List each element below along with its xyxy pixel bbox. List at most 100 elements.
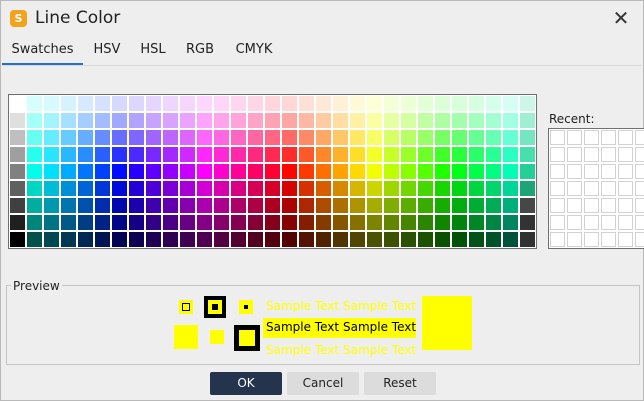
tab-swatches[interactable]: Swatches	[2, 39, 83, 66]
color-swatch[interactable]	[367, 232, 382, 247]
color-swatch[interactable]	[95, 232, 110, 247]
color-swatch[interactable]	[384, 130, 399, 145]
color-swatch[interactable]	[61, 181, 76, 196]
color-swatch[interactable]	[333, 113, 348, 128]
tab-rgb[interactable]: RGB	[180, 39, 220, 63]
color-swatch[interactable]	[435, 215, 450, 230]
color-swatch[interactable]	[78, 164, 93, 179]
color-swatch[interactable]	[112, 164, 127, 179]
color-swatch[interactable]	[44, 181, 59, 196]
recent-swatch-slot[interactable]	[584, 147, 599, 162]
color-swatch[interactable]	[27, 130, 42, 145]
color-swatch[interactable]	[520, 232, 535, 247]
color-swatch[interactable]	[486, 232, 501, 247]
recent-swatch-slot[interactable]	[601, 198, 616, 213]
close-icon[interactable]: ✕	[608, 5, 634, 31]
color-swatch[interactable]	[214, 130, 229, 145]
color-swatch[interactable]	[78, 232, 93, 247]
recent-swatch-slot[interactable]	[601, 232, 616, 247]
recent-swatch-slot[interactable]	[618, 198, 633, 213]
color-swatch[interactable]	[112, 198, 127, 213]
color-swatch[interactable]	[418, 181, 433, 196]
color-swatch[interactable]	[452, 232, 467, 247]
color-swatch[interactable]	[180, 113, 195, 128]
recent-swatch-slot[interactable]	[584, 164, 599, 179]
color-swatch[interactable]	[180, 232, 195, 247]
color-swatch[interactable]	[112, 215, 127, 230]
color-swatch[interactable]	[435, 96, 450, 111]
color-swatch[interactable]	[231, 215, 246, 230]
color-swatch[interactable]	[146, 147, 161, 162]
color-swatch[interactable]	[95, 215, 110, 230]
color-swatch[interactable]	[27, 113, 42, 128]
color-swatch[interactable]	[435, 198, 450, 213]
color-swatch[interactable]	[197, 130, 212, 145]
recent-swatch-slot[interactable]	[601, 130, 616, 145]
color-swatch[interactable]	[418, 96, 433, 111]
recent-swatch-slot[interactable]	[618, 164, 633, 179]
recent-swatch-slot[interactable]	[550, 164, 565, 179]
color-swatch[interactable]	[44, 96, 59, 111]
color-swatch[interactable]	[299, 113, 314, 128]
color-swatch[interactable]	[384, 96, 399, 111]
color-swatch[interactable]	[61, 96, 76, 111]
color-swatch[interactable]	[78, 198, 93, 213]
color-swatch[interactable]	[486, 198, 501, 213]
color-swatch[interactable]	[27, 215, 42, 230]
color-swatch[interactable]	[265, 198, 280, 213]
color-swatch[interactable]	[10, 232, 25, 247]
color-swatch[interactable]	[197, 113, 212, 128]
color-swatch[interactable]	[265, 164, 280, 179]
color-swatch[interactable]	[350, 96, 365, 111]
color-swatch[interactable]	[112, 147, 127, 162]
color-swatch[interactable]	[112, 96, 127, 111]
color-swatch[interactable]	[452, 181, 467, 196]
color-swatch[interactable]	[469, 198, 484, 213]
color-swatch[interactable]	[78, 181, 93, 196]
recent-swatch-slot[interactable]	[550, 232, 565, 247]
color-swatch[interactable]	[299, 215, 314, 230]
color-swatch[interactable]	[435, 232, 450, 247]
color-swatch[interactable]	[265, 215, 280, 230]
color-swatch[interactable]	[316, 232, 331, 247]
color-swatch[interactable]	[163, 113, 178, 128]
color-swatch[interactable]	[129, 198, 144, 213]
recent-swatch-slot[interactable]	[601, 181, 616, 196]
color-swatch[interactable]	[146, 96, 161, 111]
recent-swatch-slot[interactable]	[635, 215, 644, 230]
color-swatch[interactable]	[503, 147, 518, 162]
color-swatch[interactable]	[282, 181, 297, 196]
color-swatch[interactable]	[418, 164, 433, 179]
recent-swatch-slot[interactable]	[567, 147, 582, 162]
color-swatch[interactable]	[486, 130, 501, 145]
color-swatch[interactable]	[61, 147, 76, 162]
color-swatch[interactable]	[418, 232, 433, 247]
color-swatch[interactable]	[384, 147, 399, 162]
color-swatch[interactable]	[486, 147, 501, 162]
color-swatch[interactable]	[129, 96, 144, 111]
cancel-button[interactable]: Cancel	[287, 372, 359, 395]
color-swatch[interactable]	[265, 181, 280, 196]
color-swatch[interactable]	[333, 96, 348, 111]
color-swatch[interactable]	[282, 164, 297, 179]
color-swatch[interactable]	[129, 130, 144, 145]
color-swatch[interactable]	[401, 232, 416, 247]
color-swatch[interactable]	[10, 130, 25, 145]
color-swatch[interactable]	[418, 113, 433, 128]
color-swatch[interactable]	[333, 181, 348, 196]
color-swatch[interactable]	[316, 164, 331, 179]
color-swatch[interactable]	[248, 113, 263, 128]
color-swatch[interactable]	[10, 215, 25, 230]
color-swatch[interactable]	[112, 181, 127, 196]
color-swatch[interactable]	[265, 96, 280, 111]
reset-button[interactable]: Reset	[364, 372, 436, 395]
color-swatch[interactable]	[486, 96, 501, 111]
color-swatch[interactable]	[180, 96, 195, 111]
color-swatch[interactable]	[333, 198, 348, 213]
color-swatch[interactable]	[469, 130, 484, 145]
color-swatch[interactable]	[44, 232, 59, 247]
color-swatch[interactable]	[112, 113, 127, 128]
color-swatch[interactable]	[61, 164, 76, 179]
color-swatch[interactable]	[44, 164, 59, 179]
color-swatch[interactable]	[367, 181, 382, 196]
